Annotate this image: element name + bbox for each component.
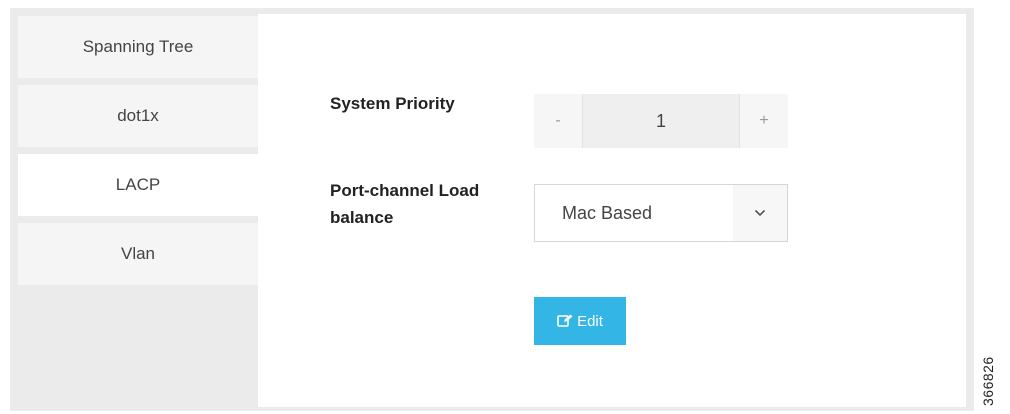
load-balance-selected-value: Mac Based	[562, 202, 653, 223]
sidebar-item-label: LACP	[115, 175, 161, 194]
figure-id: 366826	[980, 356, 996, 406]
decrement-button[interactable]: -	[534, 94, 582, 148]
increment-button[interactable]: +	[740, 94, 788, 148]
system-priority-label: System Priority	[330, 94, 455, 113]
sidebar-item-lacp[interactable]: LACP	[18, 154, 258, 216]
load-balance-select[interactable]: Mac Based	[534, 184, 788, 242]
sidebar-item-dot1x[interactable]: dot1x	[18, 85, 258, 147]
system-priority-input[interactable]: 1	[582, 94, 740, 148]
sidebar-item-label: Spanning Tree	[82, 37, 194, 56]
sidebar-item-spanning-tree[interactable]: Spanning Tree	[18, 16, 258, 78]
edit-icon	[557, 314, 573, 327]
system-priority-stepper: - 1 +	[534, 94, 788, 148]
lacp-settings-window: Spanning Tree dot1x LACP Vlan System Pri…	[10, 8, 974, 411]
edit-button[interactable]: Edit	[534, 297, 626, 345]
sidebar-item-label: Vlan	[120, 244, 156, 263]
edit-button-label: Edit	[577, 312, 603, 330]
load-balance-label: Port-channel Load balance	[330, 181, 480, 227]
sidebar: Spanning Tree dot1x LACP Vlan	[18, 16, 258, 408]
chevron-down-icon[interactable]	[733, 185, 787, 241]
lacp-settings-panel: System Priority - 1 + Port-channel Load …	[258, 14, 966, 407]
sidebar-item-vlan[interactable]: Vlan	[18, 223, 258, 285]
sidebar-item-label: dot1x	[117, 106, 159, 125]
